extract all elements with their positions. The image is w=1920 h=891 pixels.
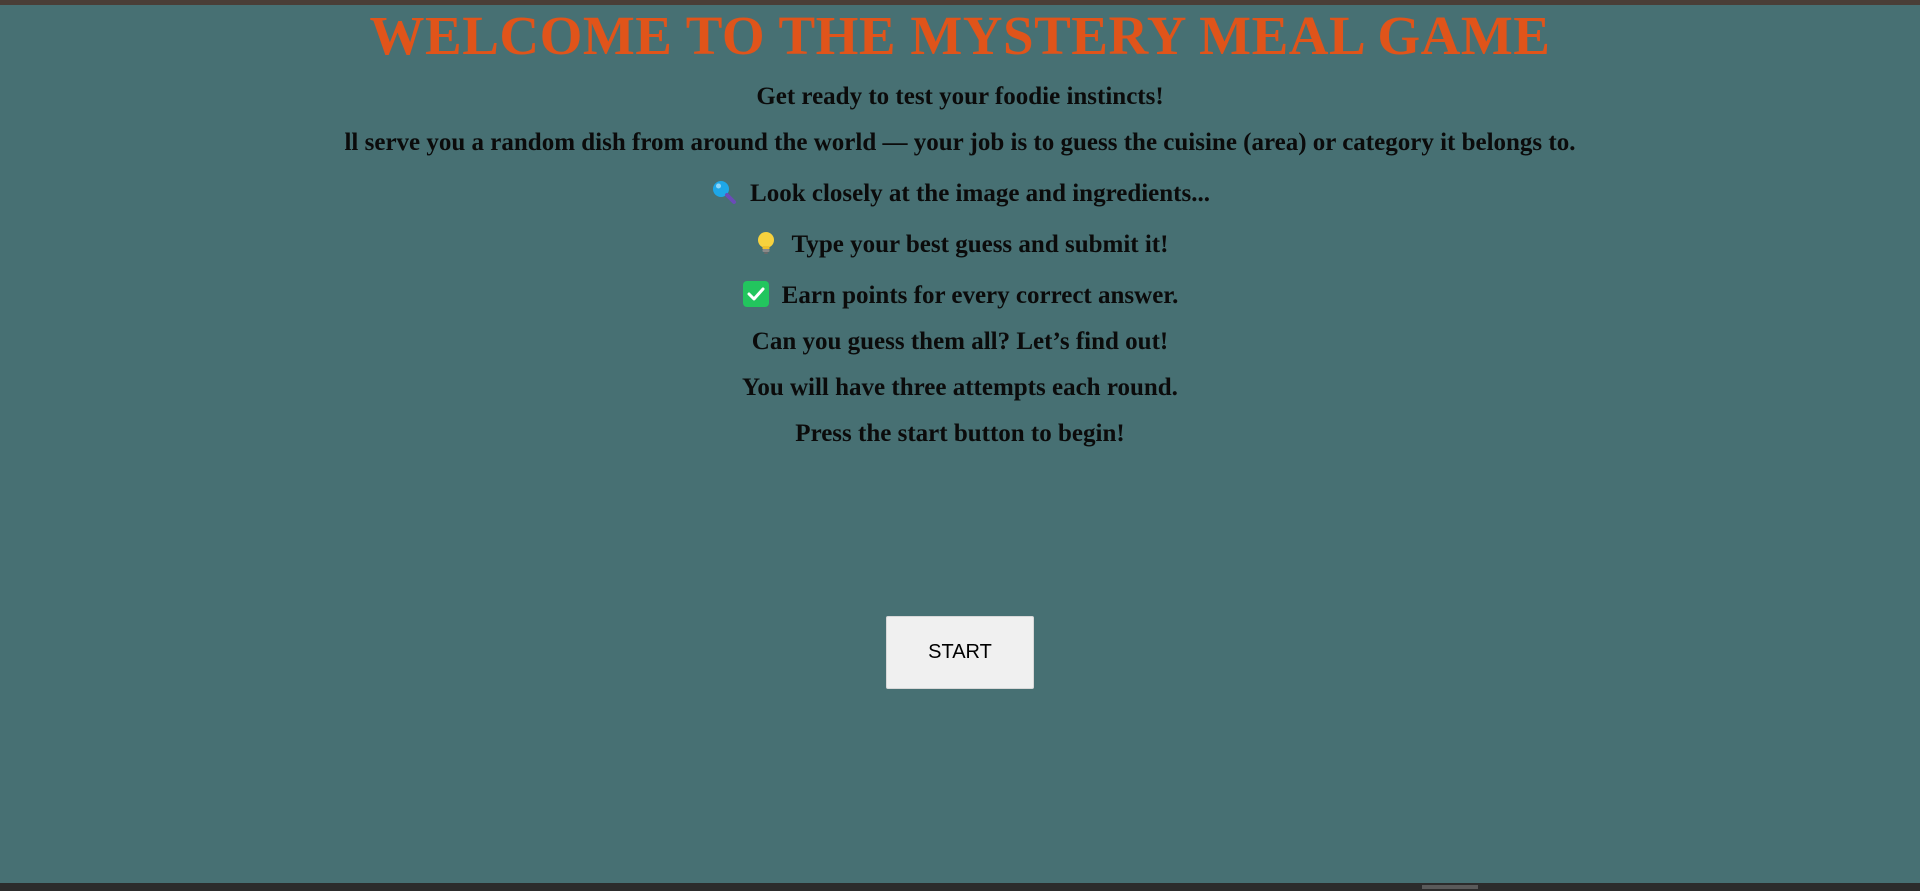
step-text: Type your best guess and submit it! [791, 231, 1169, 258]
start-button[interactable]: START [886, 616, 1034, 689]
step-text: Earn points for every correct answer. [781, 282, 1179, 309]
step-earn-points: Earn points for every correct answer. [0, 281, 1920, 311]
step-text: Look closely at the image and ingredient… [750, 180, 1210, 207]
taskbar-indicator [1422, 885, 1478, 889]
step-look-closely: Look closely at the image and ingredient… [0, 179, 1920, 209]
window-bottom-border [0, 883, 1920, 891]
attempts-text: You will have three attempts each round. [742, 374, 1178, 401]
check-mark-icon [742, 280, 770, 308]
start-instruction: Press the start button to begin! [795, 420, 1125, 447]
page-title: WELCOME TO THE MYSTERY MEAL GAME [369, 5, 1551, 66]
magnifying-glass-icon [710, 178, 738, 206]
tagline: Get ready to test your foodie instincts! [756, 83, 1164, 110]
game-description: ll serve you a random dish from around t… [344, 129, 1576, 156]
step-guess: Type your best guess and submit it! [0, 230, 1920, 260]
light-bulb-icon [752, 229, 780, 257]
challenge-text: Can you guess them all? Let’s find out! [751, 328, 1169, 355]
